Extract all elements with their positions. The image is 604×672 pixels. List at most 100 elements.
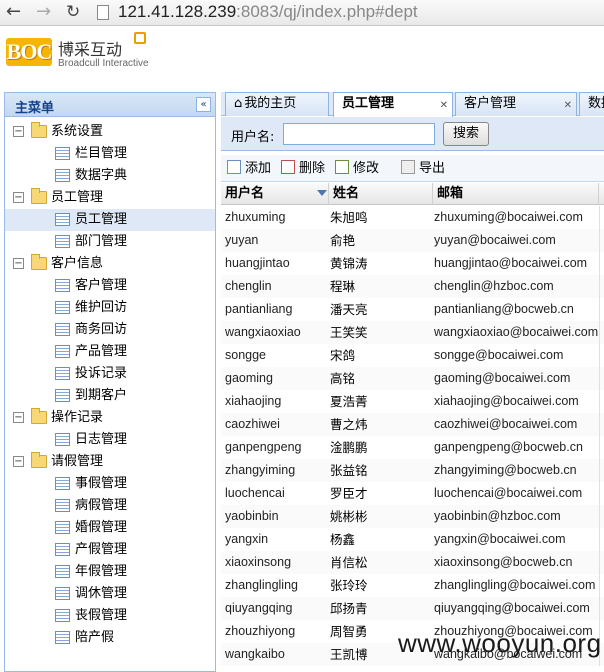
cell-username: xiaoxinsong [225, 555, 292, 569]
page-list-icon [55, 323, 70, 336]
menu-group[interactable]: − 请假管理 [13, 451, 203, 473]
table-row[interactable]: caozhiwei 曹之炜 caozhiwei@bocaiwei.com [221, 413, 604, 436]
url-path: :8083/qj/index.php#dept [236, 2, 418, 21]
menu-group[interactable]: − 操作记录 [13, 407, 203, 429]
menu-item[interactable]: 婚假管理 [55, 517, 205, 539]
collapse-toggle-icon[interactable]: − [13, 258, 24, 269]
column-header-name[interactable]: 姓名 [329, 183, 433, 205]
column-header-email[interactable]: 邮箱 [433, 183, 599, 205]
cell-name: 罗臣才 [330, 486, 368, 501]
menu-item[interactable]: 部门管理 [55, 231, 205, 253]
cell-name: 肖信松 [330, 555, 368, 570]
browser-toolbar: ← → ↻ 121.41.128.239:8083/qj/index.php#d… [0, 0, 604, 26]
table-row[interactable]: ganpengpeng 淦鹏鹏 ganpengpeng@bocweb.cn [221, 436, 604, 459]
menu-group[interactable]: − 员工管理 [13, 187, 203, 209]
menu-item[interactable]: 日志管理 [55, 429, 205, 451]
add-button[interactable]: 添加 [227, 159, 271, 179]
close-icon[interactable]: ✕ [440, 95, 448, 117]
collapse-toggle-icon[interactable]: − [13, 192, 24, 203]
watermark: www.wooyun.org [398, 628, 602, 658]
reload-icon[interactable]: ↻ [66, 2, 80, 22]
address-bar[interactable]: 121.41.128.239:8083/qj/index.php#dept [118, 2, 418, 22]
menu-item[interactable]: 栏目管理 [55, 143, 205, 165]
table-row[interactable]: luochencai 罗臣才 luochencai@bocaiwei.com [221, 482, 604, 505]
menu-item[interactable]: 员工管理 [5, 209, 215, 231]
back-arrow-icon[interactable]: ← [6, 2, 21, 22]
cell-email: huangjintao@bocaiwei.com [434, 256, 588, 270]
menu-item-label: 维护回访 [75, 300, 128, 315]
cell-email: zhanglingling@bocaiwei.com [434, 578, 596, 592]
page-list-icon [55, 587, 70, 600]
folder-icon [31, 452, 47, 468]
menu-item[interactable]: 投诉记录 [55, 363, 205, 385]
cell-extra [599, 206, 604, 229]
table-row[interactable]: zhangyiming 张益铭 zhangyiming@bocweb.cn [221, 459, 604, 482]
cell-email: yuyan@bocaiwei.com [434, 233, 556, 247]
menu-item[interactable]: 产假管理 [55, 539, 205, 561]
cell-email: pantianliang@bocweb.cn [434, 302, 574, 316]
menu-item[interactable]: 年假管理 [55, 561, 205, 583]
table-row[interactable]: wangxiaoxiao 王笑笑 wangxiaoxiao@bocaiwei.com [221, 321, 604, 344]
tab-home[interactable]: ⌂ 我的主页 [225, 92, 329, 116]
table-row[interactable]: huangjintao 黄锦涛 huangjintao@bocaiwei.com [221, 252, 604, 275]
menu-item[interactable]: 病假管理 [55, 495, 205, 517]
menu-group-label: 客户信息 [51, 256, 104, 271]
table-row[interactable]: gaoming 高铭 gaoming@bocaiwei.com [221, 367, 604, 390]
tab-data[interactable]: 数据 [579, 92, 604, 116]
add-label: 添加 [245, 161, 272, 176]
menu-item[interactable]: 陪产假 [55, 627, 205, 649]
tab-label: 客户管理 [464, 96, 517, 111]
close-icon[interactable]: ✕ [564, 95, 572, 116]
menu-item[interactable]: 数据字典 [55, 165, 205, 187]
export-label: 导出 [419, 161, 446, 176]
table-row[interactable]: songge 宋鸽 songge@bocaiwei.com [221, 344, 604, 367]
menu-item[interactable]: 事假管理 [55, 473, 205, 495]
table-row[interactable]: zhanglingling 张玲玲 zhanglingling@bocaiwei.c… [221, 574, 604, 597]
table-row[interactable]: xiahaojing 夏浩菁 xiahaojing@bocaiwei.com [221, 390, 604, 413]
collapse-icon[interactable]: « [196, 97, 211, 112]
collapse-toggle-icon[interactable]: − [13, 412, 24, 423]
table-row[interactable]: xiaoxinsong 肖信松 xiaoxinsong@bocweb.cn [221, 551, 604, 574]
collapse-toggle-icon[interactable]: − [13, 456, 24, 467]
cell-name: 张玲玲 [330, 578, 368, 593]
menu-item[interactable]: 客户管理 [55, 275, 205, 297]
cell-extra [599, 574, 604, 597]
forward-arrow-icon[interactable]: → [36, 2, 51, 22]
menu-group[interactable]: − 系统设置 [13, 121, 203, 143]
tab-customer[interactable]: 客户管理 ✕ [455, 92, 577, 116]
menu-item[interactable]: 产品管理 [55, 341, 205, 363]
table-row[interactable]: yangxin 杨鑫 yangxin@bocaiwei.com [221, 528, 604, 551]
table-row[interactable]: zhuxuming 朱旭鸣 zhuxuming@bocaiwei.com [221, 206, 604, 229]
cell-email: songge@bocaiwei.com [434, 348, 564, 362]
page-list-icon [55, 389, 70, 402]
table-row[interactable]: qiuyangqing 邱扬青 qiuyangqing@bocaiwei.com [221, 597, 604, 620]
cell-name: 黄锦涛 [330, 256, 368, 271]
table-row[interactable]: yaobinbin 姚彬彬 yaobinbin@hzboc.com [221, 505, 604, 528]
table-row[interactable]: yuyan 俞艳 yuyan@bocaiwei.com [221, 229, 604, 252]
menu-item[interactable]: 到期客户 [55, 385, 205, 407]
delete-button[interactable]: 删除 [281, 159, 325, 179]
cell-email: gaoming@bocaiwei.com [434, 371, 571, 385]
menu-item[interactable]: 维护回访 [55, 297, 205, 319]
column-label: 姓名 [333, 186, 360, 201]
page-list-icon [55, 301, 70, 314]
edit-button[interactable]: 修改 [335, 159, 379, 179]
search-button[interactable]: 搜索 [443, 122, 489, 146]
table-row[interactable]: chenglin 程琳 chenglin@hzboc.com [221, 275, 604, 298]
menu-item[interactable]: 丧假管理 [55, 605, 205, 627]
page-list-icon [55, 345, 70, 358]
column-header-username[interactable]: 用户名 [221, 183, 329, 205]
table-row[interactable]: pantianliang 潘天亮 pantianliang@bocweb.cn [221, 298, 604, 321]
menu-group[interactable]: − 客户信息 [13, 253, 203, 275]
collapse-toggle-icon[interactable]: − [13, 126, 24, 137]
export-button[interactable]: 导出 [401, 159, 445, 179]
sort-descending-icon[interactable] [317, 190, 327, 196]
page-list-icon [55, 235, 70, 248]
username-search-input[interactable] [283, 123, 435, 145]
menu-item-label: 商务回访 [75, 322, 128, 337]
menu-group-label: 请假管理 [51, 454, 104, 469]
menu-item[interactable]: 商务回访 [55, 319, 205, 341]
tab-employee[interactable]: 员工管理 ✕ [333, 92, 453, 117]
cell-extra [599, 413, 604, 436]
menu-item[interactable]: 调休管理 [55, 583, 205, 605]
